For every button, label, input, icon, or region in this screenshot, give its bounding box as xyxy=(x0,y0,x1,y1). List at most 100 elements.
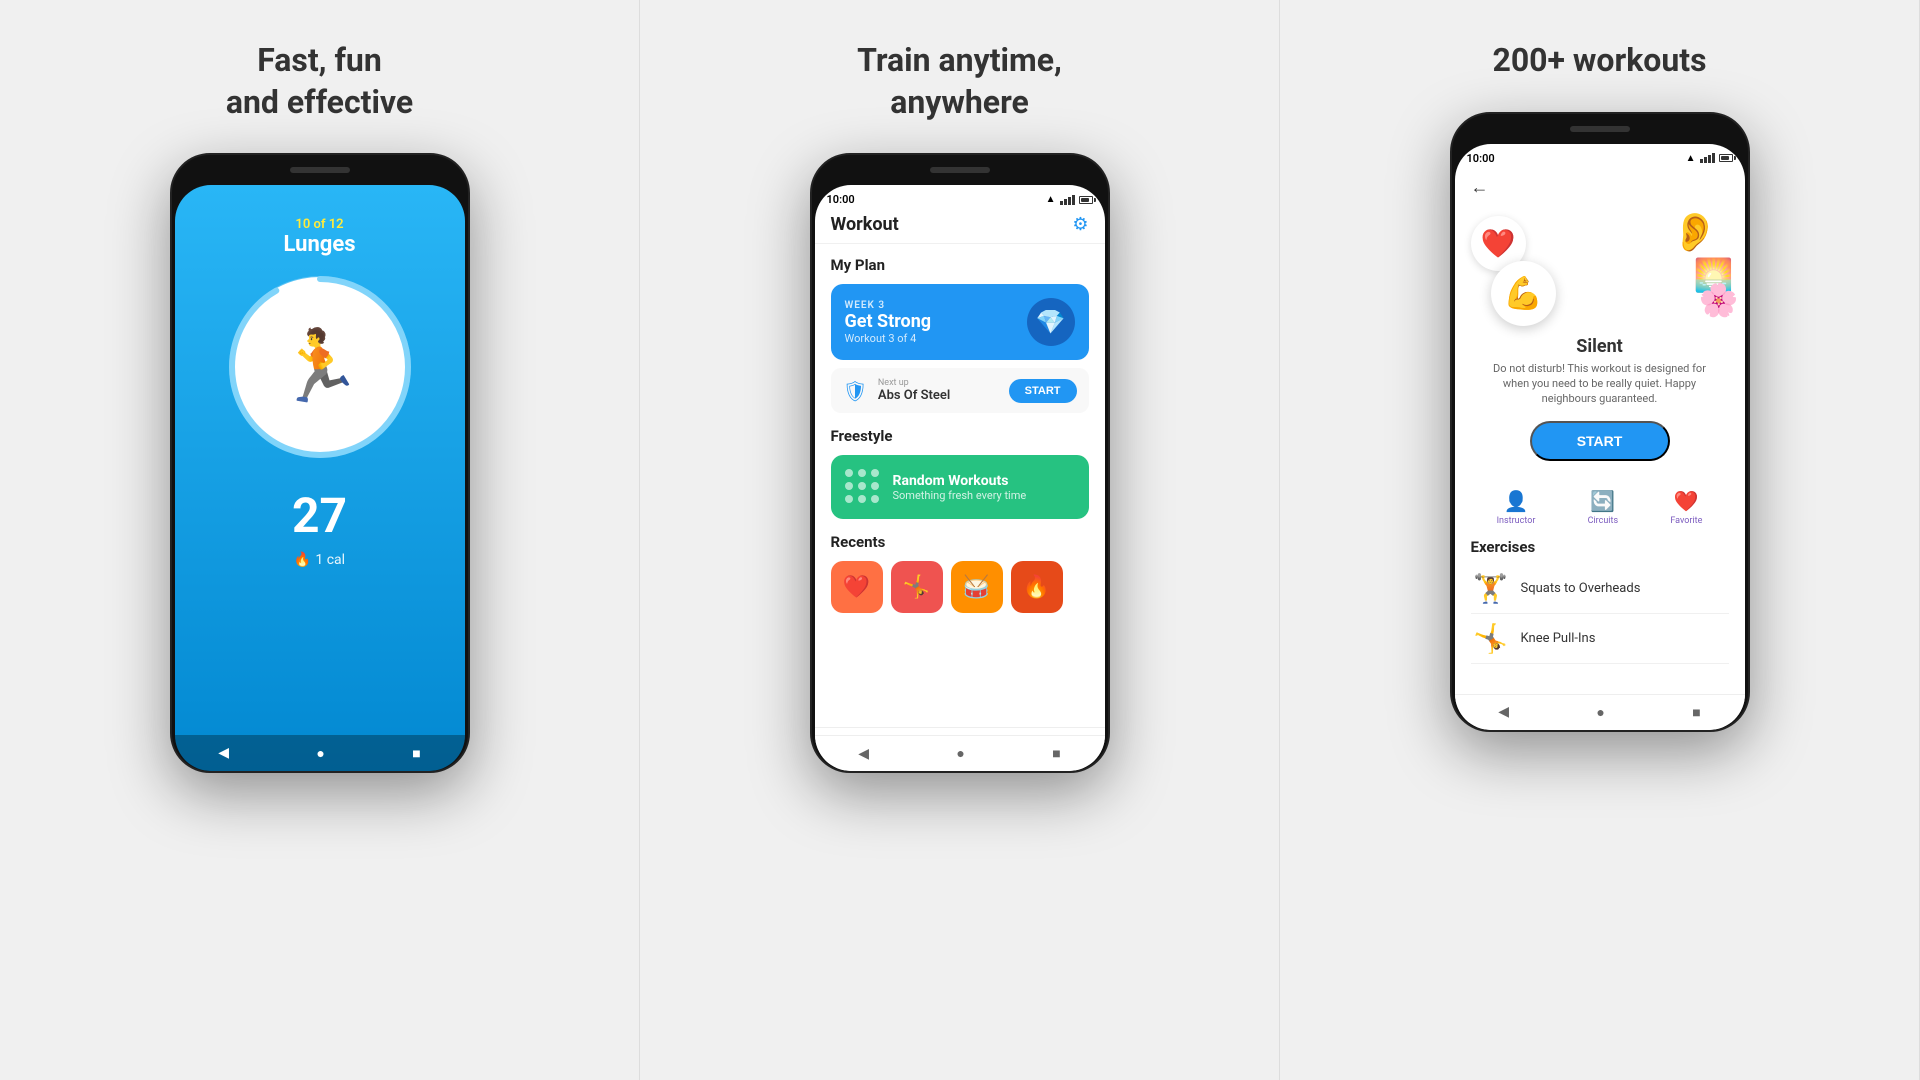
instructor-icon: 👤 xyxy=(1504,489,1529,513)
recents-nav-3[interactable]: ■ xyxy=(1692,704,1700,721)
plan-name: Get Strong xyxy=(845,311,932,332)
instructor-label: Instructor xyxy=(1497,516,1536,526)
exercise-figure-2: 🤸 xyxy=(1471,622,1511,655)
circuits-label: Circuits xyxy=(1588,516,1618,526)
favorite-icon: ❤️ xyxy=(1674,489,1699,513)
recent-item-2[interactable]: 🤸 xyxy=(891,561,943,613)
back-nav-2[interactable]: ◀ xyxy=(858,746,869,762)
phone-3: 10:00 ▲ xyxy=(1450,112,1750,732)
nav-bar-2: ◀ ● ■ xyxy=(815,735,1105,771)
panel-3-title: 200+ workouts xyxy=(1492,40,1706,82)
exercise-figure-1: 🏋 xyxy=(1471,572,1511,605)
favorite-tab[interactable]: ❤️ Favorite xyxy=(1670,489,1702,526)
signal-icon xyxy=(1060,195,1075,205)
panel-1: Fast, fun and effective 10 of 12 Lunges … xyxy=(0,0,640,1080)
freestyle-title: Freestyle xyxy=(831,427,1089,445)
favorite-label: Favorite xyxy=(1670,516,1702,526)
recents-row: ❤️ 🤸 🥁 🔥 xyxy=(831,561,1089,613)
signal-icon-3 xyxy=(1700,153,1715,163)
calorie-count: 🔥 1 cal xyxy=(294,552,345,568)
time: 10:00 xyxy=(827,193,855,206)
next-up-label: Next up xyxy=(878,378,950,388)
panel-3: 200+ workouts 10:00 ▲ xyxy=(1280,0,1920,1080)
circuits-icon: 🔄 xyxy=(1590,489,1615,513)
status-bar: 10:00 ▲ xyxy=(815,185,1105,210)
plan-sub: Workout 3 of 4 xyxy=(845,332,932,345)
exercise-circle: 🏃 xyxy=(230,277,410,457)
freestyle-card[interactable]: Random Workouts Something fresh every ti… xyxy=(831,455,1089,519)
silent-title: Silent xyxy=(1471,336,1729,357)
home-nav-2[interactable]: ● xyxy=(956,745,964,762)
app-title: Workout xyxy=(831,214,899,235)
recent-item-3[interactable]: 🥁 xyxy=(951,561,1003,613)
phone-3-screen: 10:00 ▲ xyxy=(1455,144,1745,730)
panel-2: Train anytime, anywhere 10:00 ▲ xyxy=(640,0,1280,1080)
recent-item-1[interactable]: ❤️ xyxy=(831,561,883,613)
workout-screen: 10 of 12 Lunges 🏃 27 🔥 1 cal xyxy=(175,185,465,771)
wifi-icon: ▲ xyxy=(1046,194,1056,205)
my-plan-title: My Plan xyxy=(831,256,1089,274)
dots-pattern xyxy=(845,469,881,505)
start-button[interactable]: START xyxy=(1009,379,1077,403)
arm-icon[interactable]: 💪 xyxy=(1491,261,1556,326)
power-button-2 xyxy=(1108,255,1110,295)
status-bar-3: 10:00 ▲ xyxy=(1455,144,1745,169)
plan-card[interactable]: WEEK 3 Get Strong Workout 3 of 4 💎 xyxy=(831,284,1089,360)
phone-1-screen: 10 of 12 Lunges 🏃 27 🔥 1 cal xyxy=(175,185,465,771)
next-up-text: Next up Abs Of Steel xyxy=(878,378,950,403)
volume-up-button xyxy=(170,235,172,265)
random-workouts-sub: Something fresh every time xyxy=(893,489,1027,502)
volume-up-button-2 xyxy=(810,235,812,265)
timer-number: 27 xyxy=(292,487,347,544)
plan-info: WEEK 3 Get Strong Workout 3 of 4 xyxy=(845,300,932,345)
power-button-3 xyxy=(1748,214,1750,254)
panel-1-title: Fast, fun and effective xyxy=(226,40,413,123)
exercises-title: Exercises xyxy=(1471,538,1729,556)
home-screen: 10:00 ▲ xyxy=(815,185,1105,771)
phone-1: 10 of 12 Lunges 🏃 27 🔥 1 cal xyxy=(170,153,470,773)
category-tabs: 👤 Instructor 🔄 Circuits ❤️ Favorite xyxy=(1471,489,1729,526)
next-up-name: Abs Of Steel xyxy=(878,388,950,403)
power-button xyxy=(468,255,470,295)
phone-2: 10:00 ▲ xyxy=(810,153,1110,773)
workout-detail-screen: 10:00 ▲ xyxy=(1455,144,1745,730)
recent-item-4[interactable]: 🔥 xyxy=(1011,561,1063,613)
home-nav[interactable]: ● xyxy=(316,745,324,762)
freestyle-text: Random Workouts Something fresh every ti… xyxy=(893,473,1027,502)
status-icons-3: ▲ xyxy=(1686,153,1733,164)
recents-nav-2[interactable]: ■ xyxy=(1052,745,1060,762)
next-up-info: 🛡 Next up Abs Of Steel xyxy=(843,378,951,403)
circuits-tab[interactable]: 🔄 Circuits xyxy=(1588,489,1618,526)
battery-icon xyxy=(1079,196,1093,204)
start-workout-button[interactable]: START xyxy=(1530,421,1670,461)
time-3: 10:00 xyxy=(1467,152,1495,165)
volume-down-button xyxy=(170,275,172,305)
silent-description: Do not disturb! This workout is designed… xyxy=(1471,361,1729,407)
back-button[interactable]: ← xyxy=(1471,169,1729,206)
flower-icon: 🌸 xyxy=(1699,281,1739,319)
exercise-row-2[interactable]: 🤸 Knee Pull-Ins xyxy=(1471,614,1729,664)
random-workouts-title: Random Workouts xyxy=(893,473,1027,489)
volume-down-button-3 xyxy=(1450,234,1452,264)
volume-down-button-2 xyxy=(810,275,812,305)
instructor-tab[interactable]: 👤 Instructor xyxy=(1497,489,1536,526)
battery-icon-3 xyxy=(1719,154,1733,162)
plan-icon: 💎 xyxy=(1027,298,1075,346)
back-nav[interactable]: ◀ xyxy=(218,745,229,761)
phone-2-screen: 10:00 ▲ xyxy=(815,185,1105,771)
panel-2-title: Train anytime, anywhere xyxy=(857,40,1062,123)
rep-counter: 10 of 12 Lunges xyxy=(283,217,355,257)
recents-nav[interactable]: ■ xyxy=(412,745,420,762)
exercise-name-1: Squats to Overheads xyxy=(1521,581,1641,596)
volume-up-button-3 xyxy=(1450,194,1452,224)
settings-gear-icon[interactable]: ⚙ xyxy=(1072,214,1088,235)
detail-content: ← ❤️ 👂 🌅 💪 🌸 Silent xyxy=(1455,169,1745,730)
home-nav-3[interactable]: ● xyxy=(1596,704,1604,721)
back-nav-3[interactable]: ◀ xyxy=(1498,704,1509,720)
shield-icon: 🛡 xyxy=(843,379,868,403)
main-content: My Plan WEEK 3 Get Strong Workout 3 of 4… xyxy=(815,244,1105,727)
exercise-row-1[interactable]: 🏋 Squats to Overheads xyxy=(1471,564,1729,614)
next-up-card[interactable]: 🛡 Next up Abs Of Steel START xyxy=(831,368,1089,413)
status-icons: ▲ xyxy=(1046,194,1093,205)
app-header: Workout ⚙ xyxy=(815,210,1105,244)
